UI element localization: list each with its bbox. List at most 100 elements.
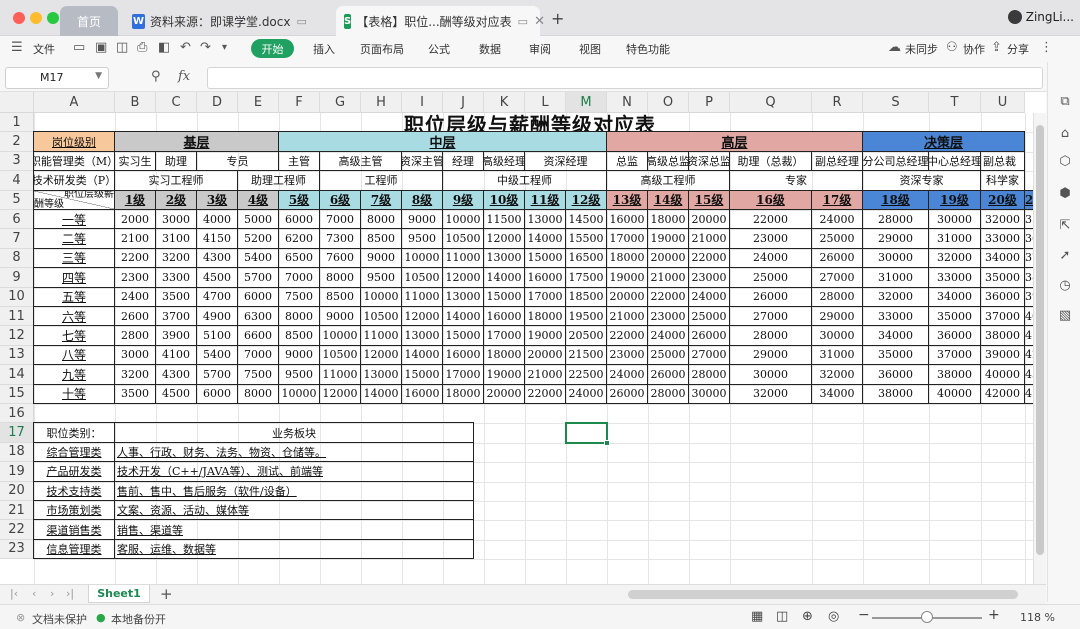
category-type[interactable]: 技术支持类 <box>33 480 115 501</box>
row-header-3[interactable]: 3 <box>0 151 34 172</box>
column-header-s[interactable]: S <box>863 92 929 113</box>
management-title[interactable]: 中心总经理 <box>928 150 981 172</box>
vertical-scroll-thumb[interactable] <box>1036 125 1044 555</box>
salary-cell[interactable]: 4500 <box>196 267 238 288</box>
salary-cell[interactable]: 18000 <box>606 247 648 269</box>
salary-cell[interactable]: 42000 <box>980 383 1025 404</box>
zoom-level[interactable]: 118 % <box>1020 611 1055 624</box>
management-title[interactable]: 资深总监 <box>688 150 730 172</box>
salary-cell[interactable]: 16500 <box>565 247 607 269</box>
salary-cell[interactable]: 5400 <box>196 344 238 366</box>
technical-title[interactable]: 资深专家 <box>862 170 981 191</box>
salary-cell[interactable]: 19500 <box>565 306 607 327</box>
category-type[interactable]: 市场策划类 <box>33 500 115 521</box>
preview-icon[interactable]: ◧ <box>158 40 170 55</box>
row-header-23[interactable]: 23 <box>0 539 34 560</box>
salary-cell[interactable]: 16000 <box>401 383 443 404</box>
salary-cell[interactable]: 35000 <box>980 267 1025 288</box>
salary-cell[interactable]: 23000 <box>606 344 648 366</box>
column-header-j[interactable]: J <box>443 92 484 113</box>
salary-cell[interactable]: 38000 <box>862 383 929 404</box>
salary-cell[interactable]: 13000 <box>524 209 566 230</box>
first-sheet-icon[interactable]: |‹ <box>10 587 18 600</box>
salary-cell[interactable]: 3500 <box>114 383 156 404</box>
category-type[interactable]: 渠道销售类 <box>33 519 115 540</box>
select-all-corner[interactable] <box>0 92 34 113</box>
category-scope[interactable]: 销售、渠道等 <box>114 519 474 540</box>
user-account[interactable]: ZingLi... <box>1007 10 1074 24</box>
salary-cell[interactable]: 23000 <box>729 228 812 249</box>
salary-cell[interactable]: 6000 <box>237 286 279 307</box>
salary-cell[interactable]: 13000 <box>360 364 402 385</box>
row-header-9[interactable]: 9 <box>0 268 34 288</box>
protection-status[interactable]: 文档未保护 <box>32 611 87 627</box>
level-header[interactable]: 5级 <box>278 189 320 210</box>
category-scope[interactable]: 人事、行政、财务、法务、物资、仓储等。 <box>114 441 474 463</box>
salary-cell[interactable]: 6000 <box>278 209 320 230</box>
column-header-a[interactable]: A <box>34 92 115 113</box>
copy-panel-icon[interactable]: ⧉ <box>1057 94 1073 110</box>
column-header-o[interactable]: O <box>648 92 689 113</box>
grade-label[interactable]: 三等 <box>33 247 115 269</box>
salary-cell[interactable]: 28000 <box>862 209 929 230</box>
salary-cell[interactable]: 10000 <box>442 209 484 230</box>
tab-spreadsheet[interactable]: S 【表格】职位...酬等级对应表 ▭ ✕ <box>336 6 545 36</box>
minimize-window-button[interactable] <box>30 12 42 24</box>
column-header-l[interactable]: L <box>525 92 566 113</box>
grade-label[interactable]: 五等 <box>33 286 115 307</box>
salary-cell[interactable]: 21000 <box>688 228 730 249</box>
row-header-18[interactable]: 18 <box>0 442 34 463</box>
salary-cell[interactable]: 14000 <box>442 306 484 327</box>
column-header-k[interactable]: K <box>484 92 525 113</box>
salary-cell[interactable]: 7300 <box>319 228 361 249</box>
salary-cell[interactable]: 2300 <box>114 267 156 288</box>
management-title[interactable]: 资深主管 <box>401 150 443 172</box>
row-header-8[interactable]: 8 <box>0 248 34 269</box>
salary-cell[interactable]: 4500 <box>155 383 197 404</box>
salary-cell[interactable]: 3900 <box>155 325 197 346</box>
salary-cell[interactable]: 26000 <box>811 247 863 269</box>
salary-cell[interactable]: 13000 <box>483 247 525 269</box>
row-header-7[interactable]: 7 <box>0 229 34 249</box>
column-header-c[interactable]: C <box>156 92 197 113</box>
salary-cell[interactable]: 7600 <box>319 247 361 269</box>
fill-handle[interactable] <box>604 439 610 446</box>
salary-cell[interactable]: 25000 <box>811 228 863 249</box>
management-title[interactable]: 高级主管 <box>319 150 402 172</box>
level-header[interactable]: 16级 <box>729 189 812 210</box>
salary-cell[interactable]: 12000 <box>483 228 525 249</box>
position-level-label[interactable]: 岗位级别 <box>33 131 115 152</box>
grade-label[interactable]: 一等 <box>33 209 115 230</box>
salary-cell[interactable]: 19000 <box>524 325 566 346</box>
salary-cell[interactable]: 16000 <box>524 267 566 288</box>
property-icon[interactable]: ⌂ <box>1057 126 1073 142</box>
salary-cell[interactable]: 15000 <box>401 364 443 385</box>
level-header[interactable]: 12级 <box>565 189 607 210</box>
tab-docx[interactable]: W 资料来源：即课学堂.docx ▭ <box>124 6 332 36</box>
technical-track-label[interactable]: 技术研发类（P） <box>33 170 115 191</box>
column-header-u[interactable]: U <box>981 92 1025 113</box>
spreadsheet-grid[interactable]: A B C D E F G H I J K L M N O P Q R S T U 1 2 3 4 5 6 7 8 9 10 11 12 13 14… <box>0 92 1046 584</box>
salary-cell[interactable]: 10000 <box>319 325 361 346</box>
salary-cell[interactable]: 2200 <box>114 247 156 269</box>
history-icon[interactable]: ◷ <box>1057 278 1073 294</box>
salary-cell[interactable]: 17000 <box>606 228 648 249</box>
management-title[interactable]: 经理 <box>442 150 484 172</box>
salary-cell[interactable]: 4000 <box>196 209 238 230</box>
salary-cell[interactable]: 40000 <box>980 364 1025 385</box>
column-header-p[interactable]: P <box>689 92 730 113</box>
salary-cell[interactable]: 10500 <box>442 228 484 249</box>
salary-cell[interactable]: 38000 <box>980 325 1025 346</box>
level-header[interactable]: 18级 <box>862 189 929 210</box>
salary-cell[interactable]: 12000 <box>360 344 402 366</box>
salary-cell[interactable]: 9500 <box>401 228 443 249</box>
style-icon[interactable]: ⬡ <box>1057 154 1073 170</box>
category-scope[interactable]: 客服、运维、数据等 <box>114 538 474 560</box>
salary-cell[interactable]: 6500 <box>278 247 320 269</box>
salary-cell[interactable]: 4150 <box>196 228 238 249</box>
menu-view[interactable]: 视图 <box>579 41 601 57</box>
salary-cell[interactable]: 2000 <box>114 209 156 230</box>
menu-start[interactable]: 开始 <box>251 39 294 58</box>
salary-cell[interactable]: 4700 <box>196 286 238 307</box>
salary-cell[interactable]: 6200 <box>278 228 320 249</box>
